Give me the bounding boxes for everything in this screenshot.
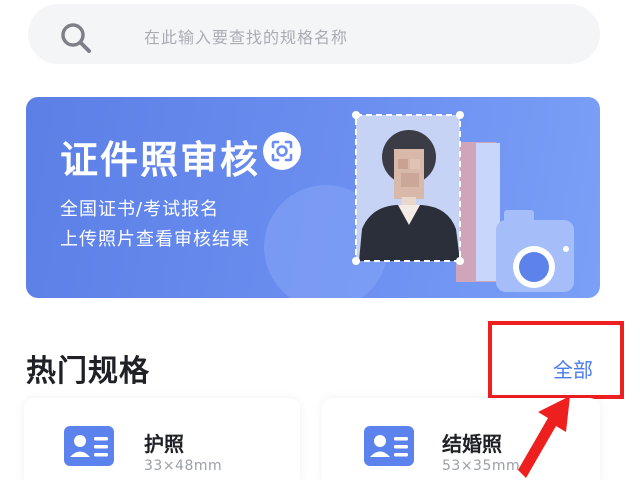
face-scan-icon [263,132,301,170]
id-card-icon [64,426,114,466]
search-bar[interactable]: 在此输入要查找的规格名称 [28,4,600,64]
banner-title: 证件照审核 [60,138,261,182]
search-placeholder: 在此输入要查找的规格名称 [144,28,349,47]
spec-card-passport[interactable]: 护照 33×48mm [24,398,300,480]
spec-name: 护照 [144,432,184,456]
id-photo-review-banner[interactable]: 证件照审核 全国证书/考试报名 上传照片查看审核结果 [26,97,600,298]
view-all-link[interactable]: 全部 [553,354,593,383]
banner-subtitle-2: 上传照片查看审核结果 [60,229,250,250]
section-title: 热门规格 [26,354,150,389]
search-icon [61,23,91,53]
id-card-icon [364,426,414,466]
spec-size: 33×48mm [144,458,223,474]
banner-subtitle-1: 全国证书/考试报名 [60,199,220,220]
annotation-arrow-icon [518,396,570,478]
